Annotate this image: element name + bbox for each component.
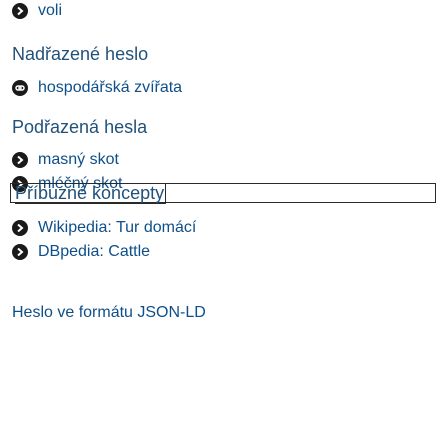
narrower-heading: Podřazená hesla	[12, 117, 148, 137]
concept-link-label: Wikipedia: Tur domácí	[38, 219, 197, 236]
broader-heading: Nadřazené heslo	[12, 44, 149, 64]
narrower-concept-item[interactable]: masný skot	[12, 150, 119, 170]
arrow-circle-icon	[12, 152, 28, 168]
related-concept-item[interactable]: Wikipedia: Tur domácí	[12, 218, 196, 238]
concept-link-label: hospodářská zvířata	[38, 79, 183, 96]
concept-link-label: masný skot	[38, 151, 119, 168]
json-ld-link[interactable]: Heslo ve formátu JSON-LD	[12, 304, 206, 322]
concept-link-label: DBpedia: Cattle	[38, 243, 151, 260]
concept-link-label: voli	[38, 2, 63, 19]
broader-concept-item[interactable]: hospodářská zvířata	[12, 78, 182, 98]
related-heading-focused[interactable]: Příbuzné koncepty	[10, 183, 436, 204]
concept-page: voli Nadřazené heslo hospodářská zvířata…	[0, 0, 448, 448]
arrow-circle-icon	[12, 220, 28, 236]
arrow-circle-icon	[12, 244, 28, 260]
related-concept-voli[interactable]: voli	[12, 1, 62, 21]
link-circle-icon	[12, 80, 28, 96]
related-heading: Příbuzné koncepty	[15, 183, 167, 204]
arrow-circle-icon	[12, 3, 28, 19]
related-concept-item[interactable]: DBpedia: Cattle	[12, 242, 150, 262]
